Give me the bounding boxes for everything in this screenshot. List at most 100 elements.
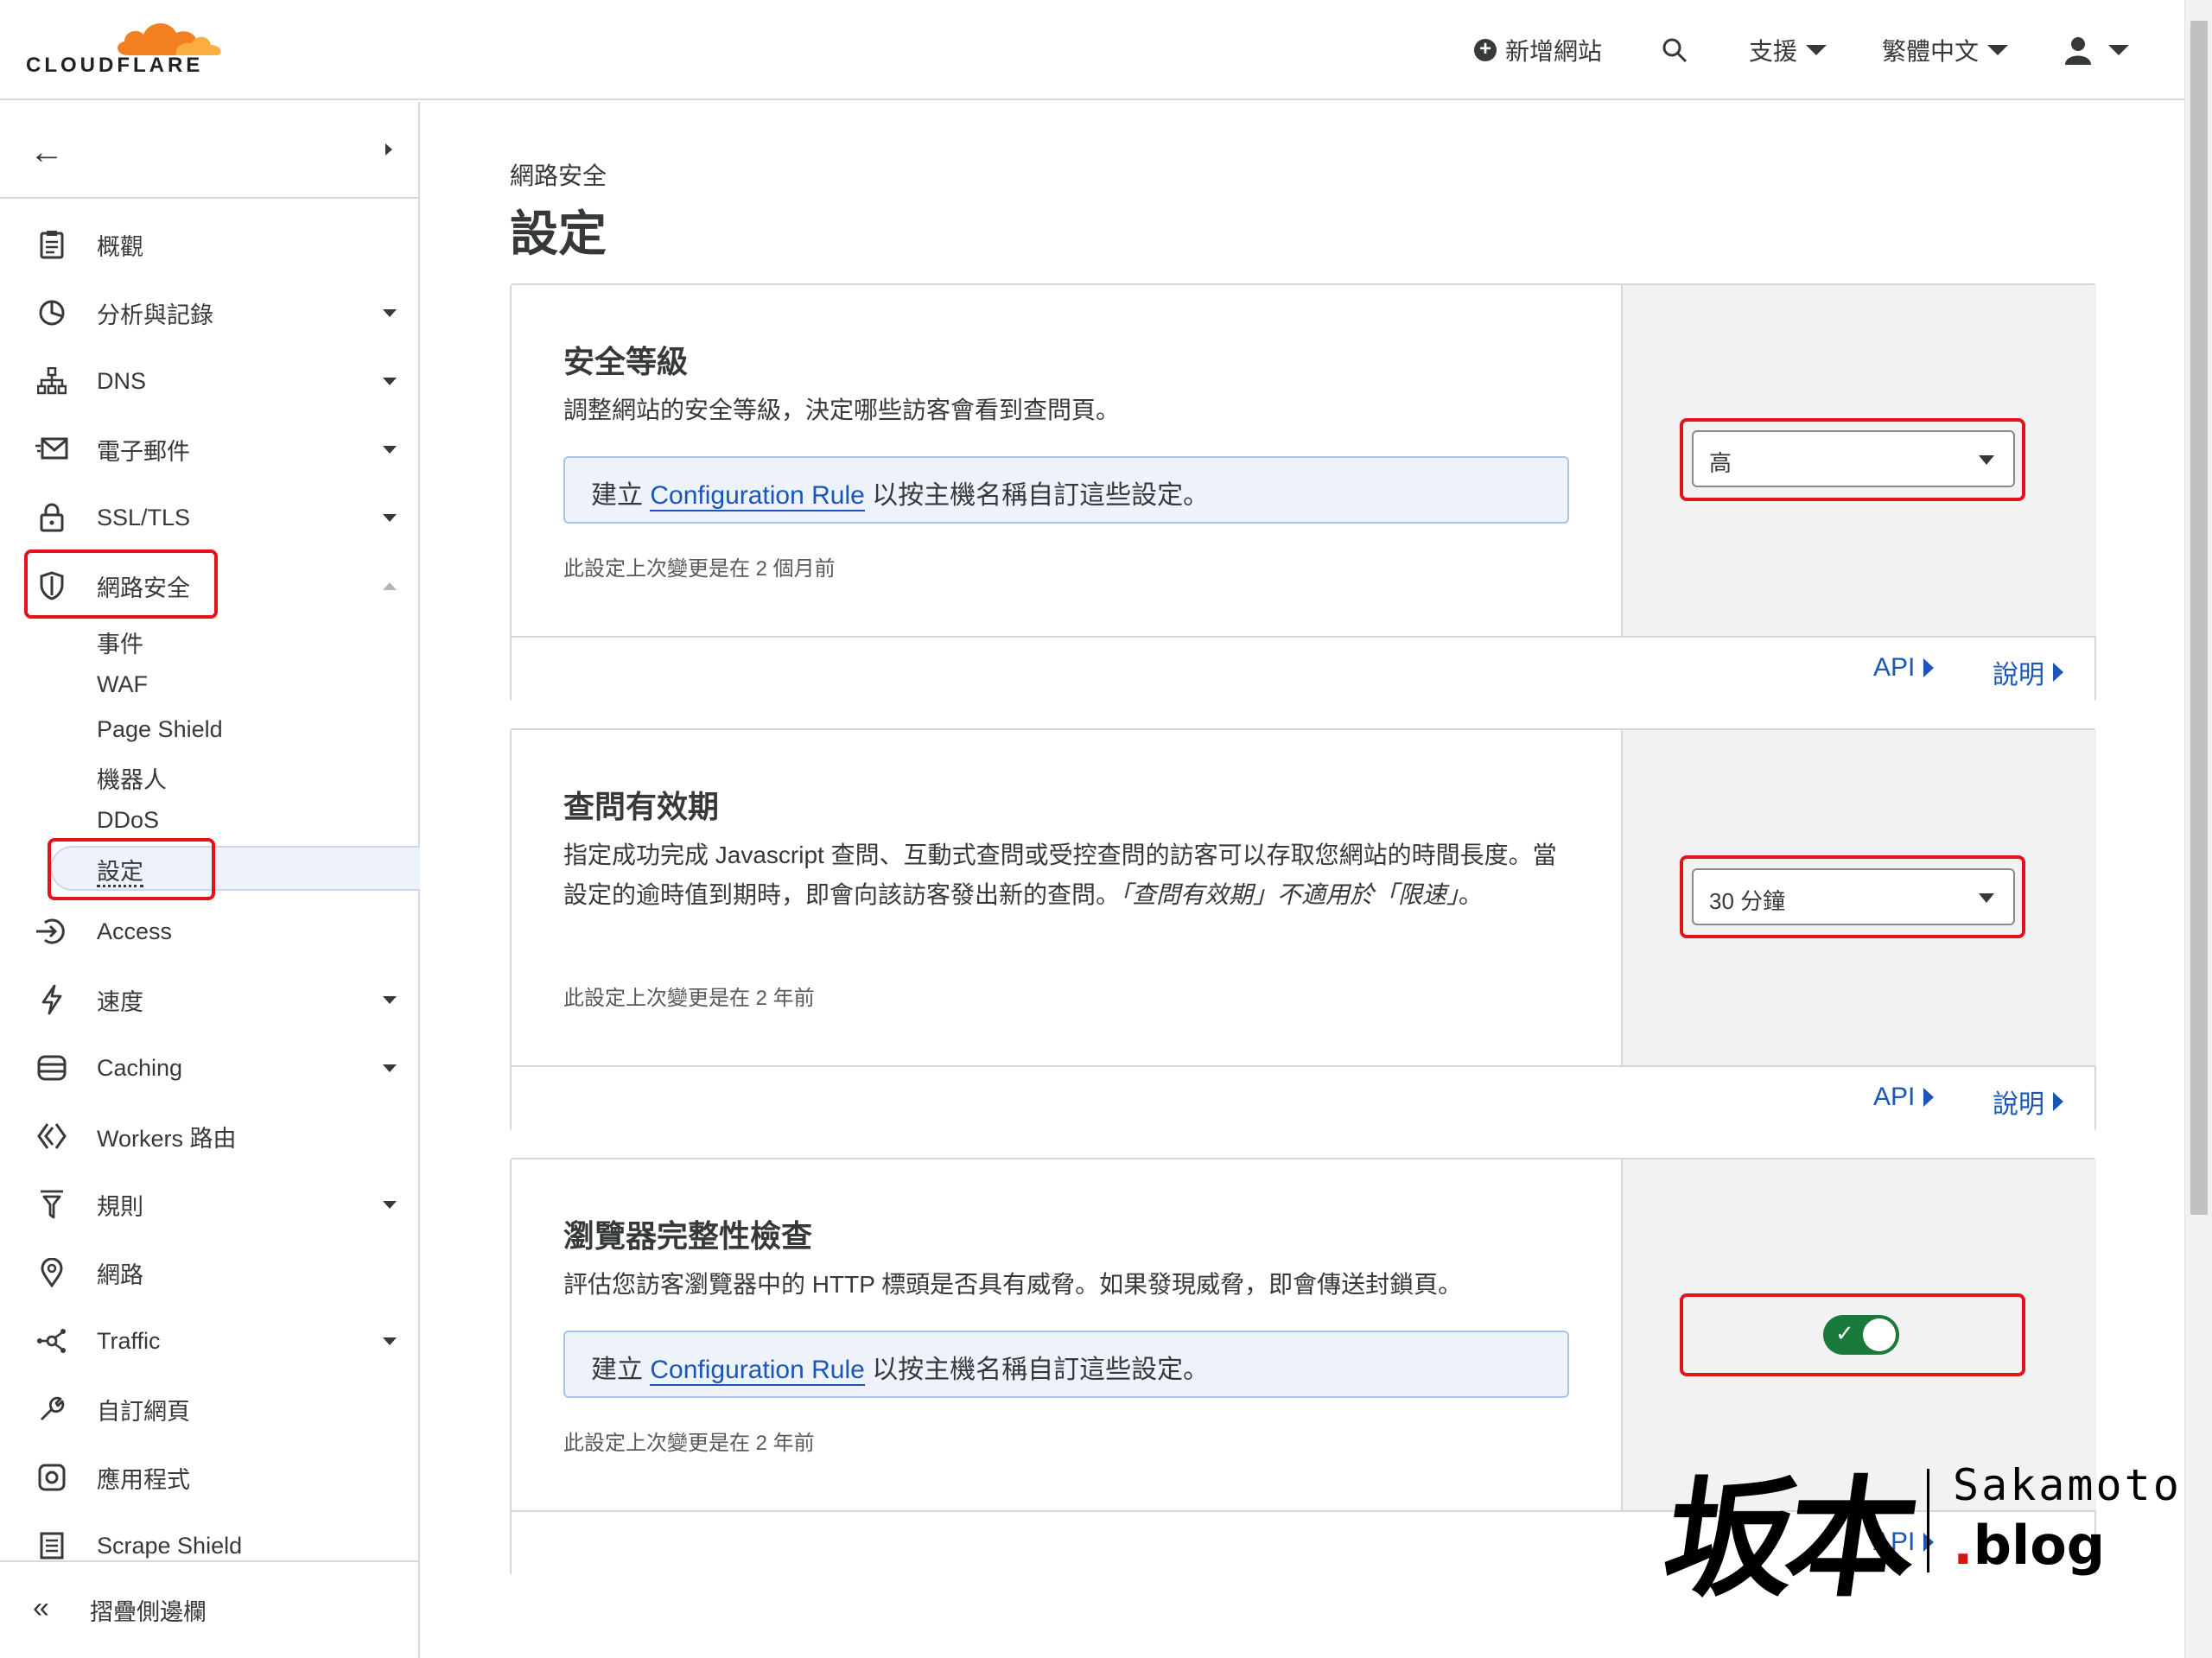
config-rule-banner: 建立 Configuration Rule 以按主機名稱自訂這些設定。 bbox=[563, 1331, 1569, 1398]
card-content: 瀏覽器完整性檢查 評估您訪客瀏覽器中的 HTTP 標頭是否具有威脅。如果發現威脅… bbox=[512, 1159, 1621, 1510]
chevron-down-icon bbox=[383, 1064, 397, 1072]
caret-right-icon bbox=[2053, 1092, 2063, 1111]
sidebar-item-workers-routes[interactable]: Workers 路由 bbox=[0, 1106, 418, 1166]
sidebar-item-apps[interactable]: 應用程式 bbox=[0, 1447, 418, 1508]
caret-right-icon bbox=[1923, 658, 1935, 677]
search-icon bbox=[1662, 38, 1688, 63]
info-prefix: 建立 bbox=[591, 481, 643, 510]
top-bar: CLOUDFLARE + 新增網站 支援 繁體中文 bbox=[0, 0, 2184, 100]
chevron-down-icon bbox=[2108, 45, 2129, 55]
filter-icon bbox=[35, 1187, 69, 1222]
watermark-blog: .blog bbox=[1953, 1514, 2106, 1577]
document-icon bbox=[35, 1528, 69, 1563]
scrollbar-thumb[interactable] bbox=[2190, 21, 2208, 1215]
sidebar-subitem-waf[interactable]: WAF bbox=[97, 671, 148, 698]
help-link[interactable]: 說明 bbox=[1993, 653, 2063, 691]
watermark-kanji: 坂本 bbox=[1655, 1463, 1919, 1615]
last-changed-text: 此設定上次變更是在 2 個月前 bbox=[563, 557, 836, 581]
traffic-icon bbox=[35, 1324, 69, 1358]
sidebar-header: ← bbox=[0, 102, 418, 199]
sidebar-item-email[interactable]: 電子郵件 bbox=[0, 419, 418, 480]
chevron-right-icon[interactable] bbox=[385, 143, 392, 156]
sidebar-item-analytics[interactable]: 分析與記錄 bbox=[0, 283, 418, 343]
sidebar-item-rules[interactable]: 規則 bbox=[0, 1174, 418, 1235]
chevron-down-icon bbox=[1987, 45, 2009, 55]
sidebar-item-overview[interactable]: 概觀 bbox=[0, 214, 418, 275]
sidebar-item-access[interactable]: Access bbox=[0, 901, 418, 962]
lock-icon bbox=[35, 500, 69, 535]
chevron-down-icon bbox=[383, 513, 397, 522]
breadcrumb[interactable]: 網路安全 bbox=[510, 157, 607, 192]
add-site-button[interactable]: + 新增網站 bbox=[1474, 26, 1602, 74]
sidebar-item-custom-pages[interactable]: 自訂網頁 bbox=[0, 1379, 418, 1439]
configuration-rule-link[interactable]: Configuration Rule bbox=[650, 481, 865, 511]
sidebar-item-label: Scrape Shield bbox=[97, 1532, 243, 1559]
sidebar-item-label: SSL/TLS bbox=[97, 504, 191, 530]
api-link[interactable]: API bbox=[1873, 653, 1935, 683]
storage-icon bbox=[35, 1051, 69, 1085]
sidebar-item-dns[interactable]: DNS bbox=[0, 351, 418, 411]
card-content: 查問有效期 指定成功完成 Javascript 查問、互動式查問或受控查問的訪客… bbox=[512, 730, 1621, 1065]
support-menu[interactable]: 支援 bbox=[1749, 26, 1827, 74]
highlight-box-challenge-passage bbox=[1680, 855, 2025, 938]
info-prefix: 建立 bbox=[591, 1356, 643, 1384]
sidebar-item-label: 概觀 bbox=[97, 233, 143, 260]
chevron-down-icon bbox=[383, 308, 397, 317]
sidebar-subitem-ddos[interactable]: DDoS bbox=[97, 807, 159, 834]
sidebar-item-speed[interactable]: 速度 bbox=[0, 969, 418, 1030]
page-title: 設定 bbox=[510, 206, 607, 261]
chevron-up-icon bbox=[383, 581, 397, 590]
card-footer: API 說明 bbox=[512, 1065, 2094, 1131]
card-description: 指定成功完成 Javascript 查問、互動式查問或受控查問的訪客可以存取您網… bbox=[563, 842, 1557, 908]
workers-icon bbox=[35, 1119, 69, 1153]
sidebar-item-label: Workers 路由 bbox=[97, 1125, 237, 1152]
add-site-label: 新增網站 bbox=[1505, 38, 1603, 65]
cloudflare-logo[interactable]: CLOUDFLARE bbox=[26, 17, 221, 86]
clipboard-icon bbox=[35, 227, 69, 262]
page-scrollbar[interactable] bbox=[2184, 0, 2212, 1658]
chevron-down-icon bbox=[383, 1200, 397, 1209]
sidebar-item-network[interactable]: 網路 bbox=[0, 1242, 418, 1303]
chevron-down-icon bbox=[383, 1337, 397, 1345]
cloud-icon bbox=[118, 22, 221, 55]
sidebar-item-label: 速度 bbox=[97, 988, 143, 1015]
sidebar-item-caching[interactable]: Caching bbox=[0, 1038, 418, 1098]
configuration-rule-link[interactable]: Configuration Rule bbox=[650, 1356, 865, 1386]
help-link[interactable]: 說明 bbox=[1993, 1083, 2063, 1121]
search-button[interactable] bbox=[1661, 26, 1688, 74]
collapse-sidebar-label: 摺疊側邊欄 bbox=[90, 1599, 207, 1625]
user-icon bbox=[2065, 37, 2091, 65]
support-label: 支援 bbox=[1749, 38, 1798, 65]
caret-right-icon bbox=[2053, 663, 2063, 682]
sidebar-subitem-events[interactable]: 事件 bbox=[97, 626, 143, 659]
location-pin-icon bbox=[35, 1255, 69, 1290]
sidebar-subitem-bots[interactable]: 機器人 bbox=[97, 761, 167, 795]
double-chevron-left-icon: « bbox=[33, 1591, 49, 1624]
sidebar-item-label: 自訂網頁 bbox=[97, 1398, 190, 1425]
access-icon bbox=[35, 914, 69, 949]
sidebar-item-traffic[interactable]: Traffic bbox=[0, 1311, 418, 1371]
sidebar-item-label: 電子郵件 bbox=[97, 438, 190, 465]
api-link[interactable]: API bbox=[1873, 1083, 1935, 1112]
sidebar-item-label: Caching bbox=[97, 1054, 183, 1081]
caret-right-icon bbox=[1923, 1088, 1935, 1107]
watermark-name: Sakamoto bbox=[1953, 1460, 2182, 1510]
language-label: 繁體中文 bbox=[1882, 38, 1980, 65]
card-content: 安全等級 調整網站的安全等級，決定哪些訪客會看到查問頁。 建立 Configur… bbox=[512, 285, 1621, 636]
collapse-sidebar-button[interactable]: « 摺疊側邊欄 bbox=[0, 1560, 418, 1658]
last-changed-text: 此設定上次變更是在 2 年前 bbox=[563, 1432, 815, 1455]
brand-name: CLOUDFLARE bbox=[26, 54, 204, 77]
user-menu[interactable] bbox=[2063, 26, 2129, 74]
highlight-box-security bbox=[24, 549, 218, 619]
language-menu[interactable]: 繁體中文 bbox=[1882, 26, 2009, 74]
sidebar-subitem-page-shield[interactable]: Page Shield bbox=[97, 716, 223, 743]
back-arrow-icon[interactable]: ← bbox=[29, 133, 64, 172]
last-changed-text: 此設定上次變更是在 2 年前 bbox=[563, 987, 815, 1010]
chevron-down-icon bbox=[383, 445, 397, 454]
sidebar-item-ssl-tls[interactable]: SSL/TLS bbox=[0, 487, 418, 548]
chevron-down-icon bbox=[1806, 45, 1827, 55]
wrench-icon bbox=[35, 1392, 69, 1426]
sidebar-item-label: 分析與記錄 bbox=[97, 302, 213, 328]
chevron-down-icon bbox=[383, 377, 397, 385]
config-rule-banner: 建立 Configuration Rule 以按主機名稱自訂這些設定。 bbox=[563, 456, 1569, 524]
